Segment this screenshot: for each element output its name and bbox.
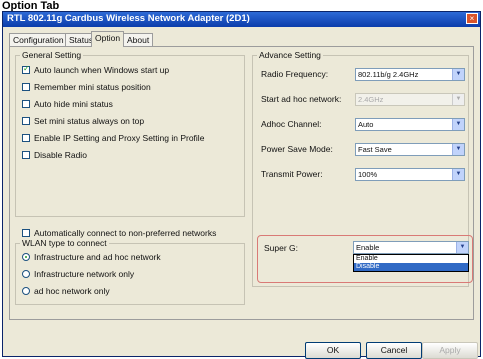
dialog-window: RTL 802.11g Cardbus Wireless Network Ada… — [2, 11, 481, 359]
adhoc-channel-label: Adhoc Channel: — [261, 119, 322, 129]
window-title: RTL 802.11g Cardbus Wireless Network Ada… — [7, 13, 250, 24]
start-adhoc-select[interactable]: 2.4GHz ▼ — [355, 93, 465, 106]
adhoc-channel-select[interactable]: Auto ▼ — [355, 118, 465, 131]
infra-adhoc-label: Infrastructure and ad hoc network — [34, 252, 161, 262]
auto-hide-checkbox[interactable] — [22, 100, 30, 108]
radio-frequency-value: 802.11b/g 2.4GHz — [358, 70, 419, 79]
super-g-value: Enable — [356, 243, 380, 252]
chevron-down-icon: ▼ — [452, 69, 464, 80]
super-g-option-disable[interactable]: Disable — [354, 263, 468, 271]
title-bar: RTL 802.11g Cardbus Wireless Network Ada… — [3, 12, 480, 27]
chevron-down-icon: ▼ — [452, 94, 464, 105]
tab-about[interactable]: About — [123, 33, 154, 46]
radio-frequency-select[interactable]: 802.11b/g 2.4GHz ▼ — [355, 68, 465, 81]
disable-radio-option[interactable]: Disable Radio — [22, 149, 87, 161]
power-save-value: Fast Save — [358, 145, 392, 154]
chevron-down-icon: ▼ — [452, 169, 464, 180]
ok-button[interactable]: OK — [305, 342, 361, 359]
super-g-select[interactable]: Enable ▼ — [353, 241, 469, 254]
start-adhoc-value: 2.4GHz — [358, 95, 384, 104]
transmit-power-label: Transmit Power: — [261, 169, 323, 179]
infra-only-label: Infrastructure network only — [34, 269, 135, 279]
general-setting-title: General Setting — [20, 50, 84, 60]
power-save-select[interactable]: Fast Save ▼ — [355, 143, 465, 156]
wlan-type-title: WLAN type to connect — [20, 238, 109, 248]
auto-connect-checkbox[interactable] — [22, 229, 30, 237]
wlan-type-group: WLAN type to connect Infrastructure and … — [15, 238, 245, 305]
remember-position-label: Remember mini status position — [34, 82, 151, 92]
disable-radio-checkbox[interactable] — [22, 151, 30, 159]
auto-launch-checkbox[interactable] — [22, 64, 30, 74]
auto-hide-option[interactable]: Auto hide mini status — [22, 98, 113, 110]
chevron-down-icon: ▼ — [452, 144, 464, 155]
disable-radio-label: Disable Radio — [34, 150, 87, 160]
infra-only-radio[interactable] — [22, 270, 30, 278]
super-g-dropdown-list: Enable Disable — [353, 254, 469, 272]
remember-position-option[interactable]: Remember mini status position — [22, 81, 151, 93]
chevron-down-icon: ▼ — [452, 119, 464, 130]
advance-setting-title: Advance Setting — [257, 50, 323, 60]
radio-frequency-label: Radio Frequency: — [261, 69, 329, 79]
adhoc-only-radio[interactable] — [22, 287, 30, 295]
auto-connect-label: Automatically connect to non-preferred n… — [34, 228, 217, 238]
auto-launch-option[interactable]: Auto launch when Windows start up — [22, 64, 169, 76]
start-adhoc-label: Start ad hoc network: — [261, 94, 342, 104]
chevron-down-icon: ▼ — [456, 242, 468, 253]
transmit-power-select[interactable]: 100% ▼ — [355, 168, 465, 181]
ip-proxy-checkbox[interactable] — [22, 134, 30, 142]
adhoc-only-label: ad hoc network only — [34, 286, 110, 296]
super-g-label: Super G: — [264, 243, 299, 253]
adhoc-only-option[interactable]: ad hoc network only — [22, 285, 110, 297]
power-save-label: Power Save Mode: — [261, 144, 333, 154]
infra-only-option[interactable]: Infrastructure network only — [22, 268, 134, 280]
infra-adhoc-option[interactable]: Infrastructure and ad hoc network — [22, 251, 161, 263]
transmit-power-value: 100% — [358, 170, 378, 179]
super-g-option-enable[interactable]: Enable — [354, 255, 468, 263]
ip-proxy-label: Enable IP Setting and Proxy Setting in P… — [34, 133, 205, 143]
auto-hide-label: Auto hide mini status — [34, 99, 113, 109]
always-on-top-checkbox[interactable] — [22, 117, 30, 125]
general-setting-group: General Setting Auto launch when Windows… — [15, 50, 245, 217]
auto-launch-label: Auto launch when Windows start up — [34, 65, 170, 75]
always-on-top-option[interactable]: Set mini status always on top — [22, 115, 144, 127]
tab-configuration[interactable]: Configuration — [9, 33, 68, 46]
adhoc-channel-value: Auto — [358, 120, 374, 129]
always-on-top-label: Set mini status always on top — [34, 116, 145, 126]
apply-button[interactable]: Apply — [422, 342, 478, 359]
close-button[interactable]: × — [466, 13, 478, 24]
ip-proxy-option[interactable]: Enable IP Setting and Proxy Setting in P… — [22, 132, 204, 144]
cancel-button[interactable]: Cancel — [366, 342, 422, 359]
tab-option[interactable]: Option — [91, 31, 125, 47]
remember-position-checkbox[interactable] — [22, 83, 30, 91]
infra-adhoc-radio[interactable] — [22, 253, 30, 261]
